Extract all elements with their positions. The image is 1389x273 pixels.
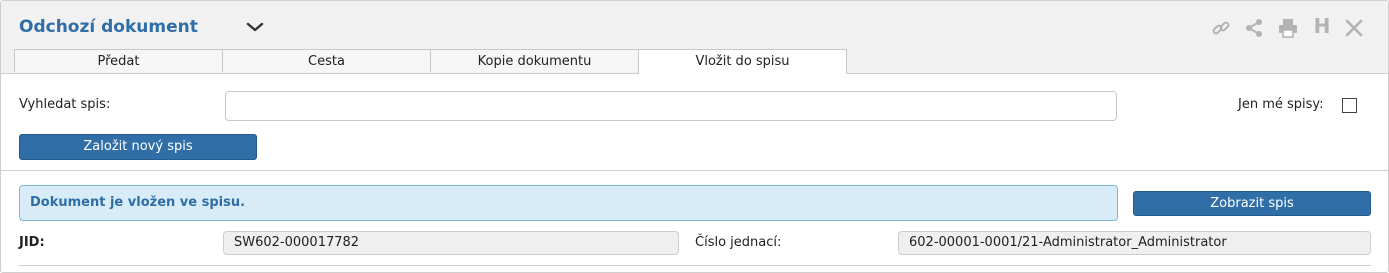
print-icon[interactable] [1277,17,1299,39]
share-icon[interactable] [1243,17,1265,39]
new-file-button[interactable]: Založit nový spis [19,134,257,160]
panel-header: Odchozí dokument H Předat Cesta Kopie do… [1,1,1388,74]
document-panel: Odchozí dokument H Předat Cesta Kopie do… [0,0,1389,273]
reference-number-field: 602-00001-0001/21-Administrator_Administ… [898,231,1371,255]
search-input[interactable] [225,91,1117,121]
link-icon[interactable] [1210,17,1232,39]
info-message-text: Dokument je vložen ve spisu. [30,195,246,210]
search-label: Vyhledat spis: [19,97,111,112]
chevron-down-icon[interactable] [245,17,265,37]
tab-cesta[interactable]: Cesta [222,49,431,72]
tab-kopie-dokumentu[interactable]: Kopie dokumentu [430,49,639,72]
tab-vlozit-do-spisu[interactable]: Vložit do spisu [638,49,847,74]
jid-field: SW602-000017782 [223,231,679,255]
reference-number-label: Číslo jednací: [695,235,782,250]
info-message: Dokument je vložen ve spisu. [19,185,1118,221]
history-icon[interactable]: H [1311,15,1333,37]
close-icon[interactable] [1343,17,1365,39]
section-divider [1,170,1388,171]
jid-label: JID: [19,235,45,250]
bottom-divider [19,265,1371,266]
tab-predat[interactable]: Předat [14,49,223,72]
panel-title: Odchozí dokument [19,17,198,37]
only-mine-checkbox[interactable] [1342,98,1357,113]
only-mine-label: Jen mé spisy: [1238,97,1324,112]
show-file-button[interactable]: Zobrazit spis [1133,191,1371,216]
